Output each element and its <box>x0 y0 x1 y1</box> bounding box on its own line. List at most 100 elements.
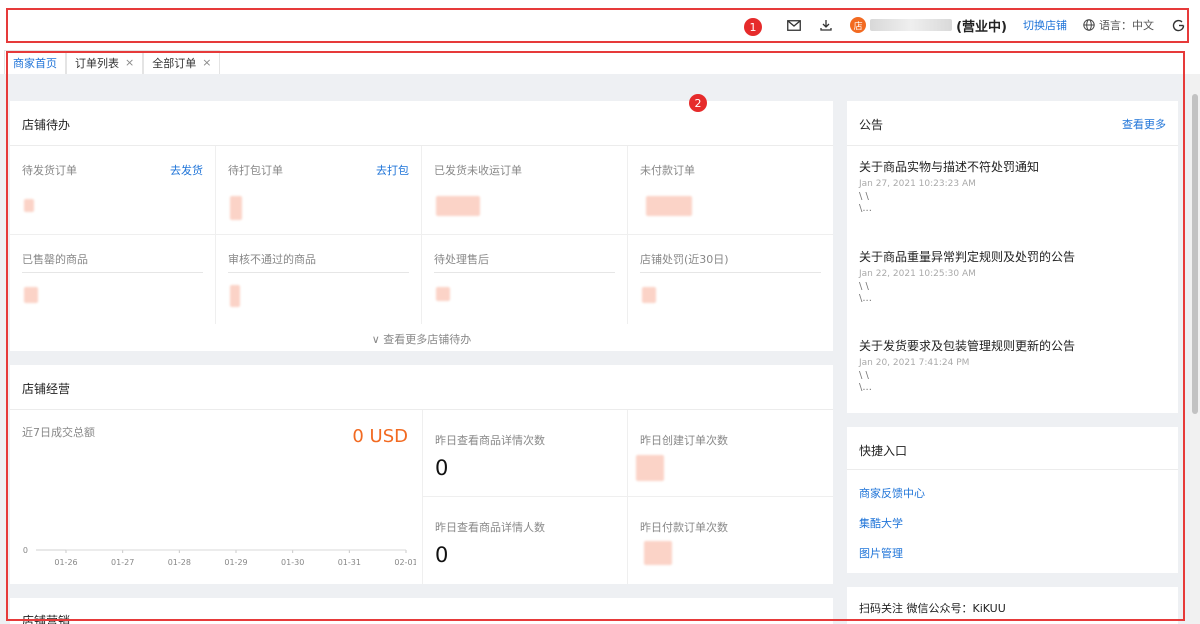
notice-title: 关于商品实物与描述不符处罚通知 <box>859 160 1040 174</box>
card-title: 公告 <box>859 118 884 132</box>
sales-label: 近7日成交总额 <box>22 426 95 439</box>
close-icon[interactable]: × <box>125 56 134 69</box>
divider <box>434 272 615 273</box>
follow-card: 扫码关注 微信公众号：KiKUU <box>847 587 1178 624</box>
store-switcher: 店 (营业中) <box>850 16 1007 35</box>
todo-store-penalties[interactable]: 店铺处罚(近30日) <box>628 235 833 324</box>
todo-rejected-products[interactable]: 审核不通过的商品 <box>216 235 422 324</box>
annotation-badge-1: 1 <box>744 18 762 36</box>
redacted-value <box>230 196 242 220</box>
annotation-badge-2: 2 <box>689 94 707 112</box>
sales-value: 0 USD <box>352 426 408 447</box>
todo-sold-out-products[interactable]: 已售罄的商品 <box>10 235 216 324</box>
todo-shipped-not-collected[interactable]: 已发货未收运订单 <box>422 146 628 235</box>
download-icon[interactable] <box>818 17 834 33</box>
metric-cell: 昨日查看商品详情次数 0 <box>422 410 627 497</box>
quick-link-image-management[interactable]: 图片管理 <box>859 545 903 561</box>
mail-icon[interactable] <box>786 17 802 33</box>
metric-cell: 昨日查看商品详情人数 0 <box>422 497 627 584</box>
tab-merchant-home[interactable]: 商家首页 <box>4 50 66 74</box>
todo-label: 待处理售后 <box>434 253 489 266</box>
x-tick-label: 01-28 <box>168 558 191 567</box>
notice-card: 公告 查看更多 关于商品实物与描述不符处罚通知 Jan 27, 2021 10:… <box>847 101 1178 413</box>
x-tick-label: 01-30 <box>281 558 304 567</box>
card-title: 店铺经营 <box>22 382 71 396</box>
redacted-value <box>642 287 656 303</box>
notice-body: \ \ <box>859 370 869 381</box>
store-avatar-icon: 店 <box>850 17 867 33</box>
scrollbar-thumb[interactable] <box>1192 94 1198 414</box>
store-name-redacted <box>870 19 953 31</box>
y-tick-label: 0 <box>23 546 28 555</box>
x-tick-label: 01-27 <box>111 558 134 567</box>
metric-label: 昨日查看商品详情次数 <box>435 434 545 447</box>
x-tick-label: 01-31 <box>338 558 361 567</box>
notice-date: Jan 20, 2021 7:41:24 PM <box>859 358 970 368</box>
tab-label: 全部订单 <box>152 56 197 70</box>
sales-chart: 0 01-26 01-27 01-28 01-29 01-30 01-31 02-01 <box>23 546 416 567</box>
follow-text: 扫码关注 微信公众号：KiKUU <box>859 602 1006 615</box>
main-content: 店铺待办 待发货订单 去发货 待打包订单 去打包 已发货未收运订单 未付款订单 … <box>0 74 1200 624</box>
view-more-notices-link[interactable]: 查看更多 <box>1122 116 1166 132</box>
todo-pending-shipment[interactable]: 待发货订单 去发货 <box>10 146 216 235</box>
todo-label: 未付款订单 <box>640 164 695 177</box>
notice-title: 关于发货要求及包装管理规则更新的公告 <box>859 339 1076 353</box>
metric-cell: 昨日创建订单次数 <box>627 410 833 497</box>
store-todo-card: 店铺待办 待发货订单 去发货 待打包订单 去打包 已发货未收运订单 未付款订单 … <box>10 101 833 351</box>
top-bar-actions: 店 (营业中) 切换店铺 语言：中文 <box>786 14 1186 36</box>
notice-title: 关于商品重量异常判定规则及处罚的公告 <box>859 250 1076 264</box>
notice-item[interactable]: 关于发货要求及包装管理规则更新的公告 Jan 20, 2021 7:41:24 … <box>859 337 1166 394</box>
redacted-value <box>24 287 38 303</box>
todo-pending-pack[interactable]: 待打包订单 去打包 <box>216 146 422 235</box>
store-status: (营业中) <box>956 19 1007 35</box>
language-label: 语言：中文 <box>1099 19 1154 32</box>
todo-label: 待发货订单 <box>22 164 77 177</box>
todo-label: 店铺处罚(近30日) <box>640 253 729 266</box>
metric-value: 0 <box>435 543 449 567</box>
notice-date: Jan 27, 2021 10:23:23 AM <box>859 179 976 189</box>
quick-link-kikuu-university[interactable]: 集酷大学 <box>859 515 903 531</box>
tab-label: 商家首页 <box>13 56 57 70</box>
sales-panel: 近7日成交总额 0 USD 0 01-26 01-27 01-28 01-29 01-30… <box>10 410 420 584</box>
store-marketing-card: 店铺营销 <box>10 598 833 624</box>
todo-unpaid-orders[interactable]: 未付款订单 <box>628 146 833 235</box>
divider <box>847 469 1178 470</box>
card-title: 店铺待办 <box>22 118 71 132</box>
notice-body: \... <box>859 203 872 214</box>
redacted-value <box>24 199 34 212</box>
more-todo-link[interactable]: ∨ 查看更多店铺待办 <box>10 331 833 347</box>
todo-after-sales[interactable]: 待处理售后 <box>422 235 628 324</box>
switch-store-link[interactable]: 切换店铺 <box>1023 17 1067 33</box>
divider <box>228 272 409 273</box>
pack-now-link[interactable]: 去打包 <box>376 162 409 178</box>
tab-label: 订单列表 <box>75 56 119 70</box>
divider <box>22 272 203 273</box>
x-tick-label: 01-29 <box>224 558 247 567</box>
notice-body: \... <box>859 293 872 304</box>
vertical-scrollbar[interactable] <box>1190 74 1200 624</box>
redacted-value <box>644 541 672 565</box>
logout-icon[interactable] <box>1170 17 1186 33</box>
tab-all-orders[interactable]: 全部订单 × <box>143 50 221 74</box>
top-bar: 店 (营业中) 切换店铺 语言：中文 <box>0 0 1200 46</box>
quick-link-merchant-feedback[interactable]: 商家反馈中心 <box>859 485 925 501</box>
notice-body: \ \ <box>859 191 869 202</box>
metric-label: 昨日付款订单次数 <box>640 521 728 534</box>
language-selector[interactable]: 语言：中文 <box>1083 17 1154 33</box>
ship-now-link[interactable]: 去发货 <box>170 162 203 178</box>
notice-date: Jan 22, 2021 10:25:30 AM <box>859 269 976 279</box>
redacted-value <box>436 287 450 301</box>
todo-label: 审核不通过的商品 <box>228 253 316 266</box>
notice-item[interactable]: 关于商品实物与描述不符处罚通知 Jan 27, 2021 10:23:23 AM… <box>859 158 1166 215</box>
store-ops-card: 店铺经营 近7日成交总额 0 USD 0 01-26 01-27 01-28 01-29… <box>10 365 833 584</box>
close-icon[interactable]: × <box>202 56 211 69</box>
todo-label: 已发货未收运订单 <box>434 164 522 177</box>
notice-item[interactable]: 关于商品重量异常判定规则及处罚的公告 Jan 22, 2021 10:25:30… <box>859 248 1166 305</box>
metric-label: 昨日创建订单次数 <box>640 434 728 447</box>
todo-label: 已售罄的商品 <box>22 253 88 266</box>
globe-icon <box>1083 19 1095 31</box>
divider <box>640 272 821 273</box>
card-title: 店铺营销 <box>22 614 71 624</box>
tab-order-list[interactable]: 订单列表 × <box>66 50 144 74</box>
card-title: 快捷入口 <box>859 444 908 458</box>
